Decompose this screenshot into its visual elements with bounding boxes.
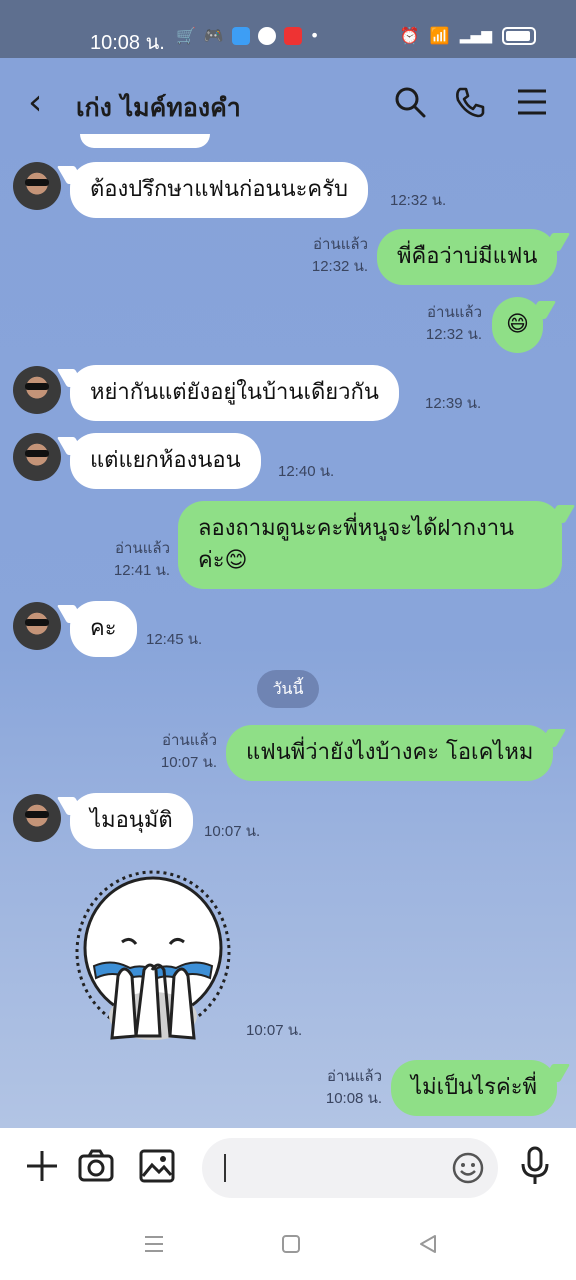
message-input-bar [0,1128,576,1208]
alarm-icon: ⏰ [399,26,420,45]
crying-character-sticker[interactable] [72,866,234,1046]
message-meta: อ่านแล้ว 10:07 น. [143,730,217,774]
message-time: 10:07 น. [160,754,217,771]
message-time: 12:39 น. [425,395,482,412]
read-receipt: อ่านแล้ว [327,1068,382,1085]
message-time: 12:41 น. [113,562,170,579]
gamepad-icon: 🎮 [203,26,224,45]
battery-icon [502,26,536,45]
back-nav-icon[interactable] [418,1234,438,1254]
avatar[interactable] [13,602,61,650]
read-receipt: อ่านแล้ว [115,540,170,557]
avatar[interactable] [13,794,61,842]
message-meta: อ่านแล้ว 12:32 น. [410,302,482,346]
message-time: 12:32 น. [390,192,447,209]
message-time: 10:08 น. [325,1090,382,1107]
message-bubble-incoming[interactable]: ต้องปรึกษาแฟนก่อนนะครับ [70,162,368,218]
message-time: 12:32 น. [311,258,368,275]
chat-header: ‹ เก่ง ไมค์ทองคำ [0,58,576,146]
read-receipt: อ่านแล้ว [162,732,217,749]
dot-icon: • [309,26,320,45]
plus-icon[interactable] [24,1148,60,1184]
message-bubble-outgoing[interactable]: พี่คือว่าบ่มีแฟน [377,229,558,285]
date-divider: วันนี้ [257,670,319,708]
emoji-icon[interactable] [452,1152,484,1184]
system-icons: ⏰ 📶 ▂▄▆ [400,26,536,45]
phone-icon[interactable] [454,86,486,118]
camera-icon[interactable] [78,1148,114,1184]
message-time: 12:40 น. [278,463,335,480]
text-caret [224,1154,226,1182]
notification-icons: 🛒 🎮 • [176,26,319,45]
cart-icon: 🛒 [176,26,196,45]
system-navigation-bar [0,1208,576,1280]
line-icon [257,26,276,45]
message-meta: อ่านแล้ว 12:41 น. [96,538,170,582]
message-time: 10:07 น. [204,823,261,840]
message-line: ค่ะ😊 [198,548,248,573]
home-icon[interactable] [281,1234,301,1254]
message-input[interactable] [202,1138,498,1198]
chat-title: เก่ง ไมค์ทองคำ [76,93,241,122]
read-receipt: อ่านแล้ว [427,304,482,321]
message-meta: อ่านแล้ว 12:32 น. [296,234,368,278]
message-time: 10:07 น. [246,1022,303,1039]
message-bubble-incoming[interactable]: คะ [70,601,137,657]
read-receipt: อ่านแล้ว [313,236,368,253]
menu-icon[interactable] [516,86,548,118]
avatar[interactable] [13,162,61,210]
message-bubble-outgoing[interactable]: 😄 [492,297,543,353]
image-icon[interactable] [139,1148,175,1184]
status-time: 10:08 น. [90,32,165,54]
message-bubble-outgoing[interactable]: แฟนพี่ว่ายังไงบ้างคะ โอเคไหม [226,725,554,781]
search-icon[interactable] [394,86,426,118]
shop-icon [283,26,302,45]
wifi-icon: 📶 [429,26,450,45]
app-icon [231,26,250,45]
message-time: 12:45 น. [146,631,203,648]
message-line: ลองถามดูนะคะพี่หนูจะได้ฝากงาน [198,516,515,541]
message-bubble-incoming[interactable]: หย่ากันแต่ยังอยู่ในบ้านเดียวกัน [70,365,399,421]
signal-icon: ▂▄▆ [459,27,492,44]
back-icon[interactable]: ‹ [28,82,42,123]
microphone-icon[interactable] [520,1146,550,1186]
status-bar: 10:08 น. 🛒 🎮 • ⏰ 📶 ▂▄▆ [0,0,576,58]
message-time: 12:32 น. [425,326,482,343]
message-bubble-incoming[interactable]: ไมอนุมัติ [70,793,193,849]
avatar[interactable] [13,366,61,414]
message-bubble-outgoing[interactable]: ไม่เป็นไรค่ะพี่ [391,1060,558,1116]
partial-message-bubble [80,134,210,148]
message-bubble-outgoing[interactable]: ลองถามดูนะคะพี่หนูจะได้ฝากงาน ค่ะ😊 [178,501,562,589]
message-bubble-incoming[interactable]: แต่แยกห้องนอน [70,433,261,489]
recents-icon[interactable] [144,1234,164,1254]
message-meta: อ่านแล้ว 10:08 น. [308,1066,382,1110]
avatar[interactable] [13,433,61,481]
